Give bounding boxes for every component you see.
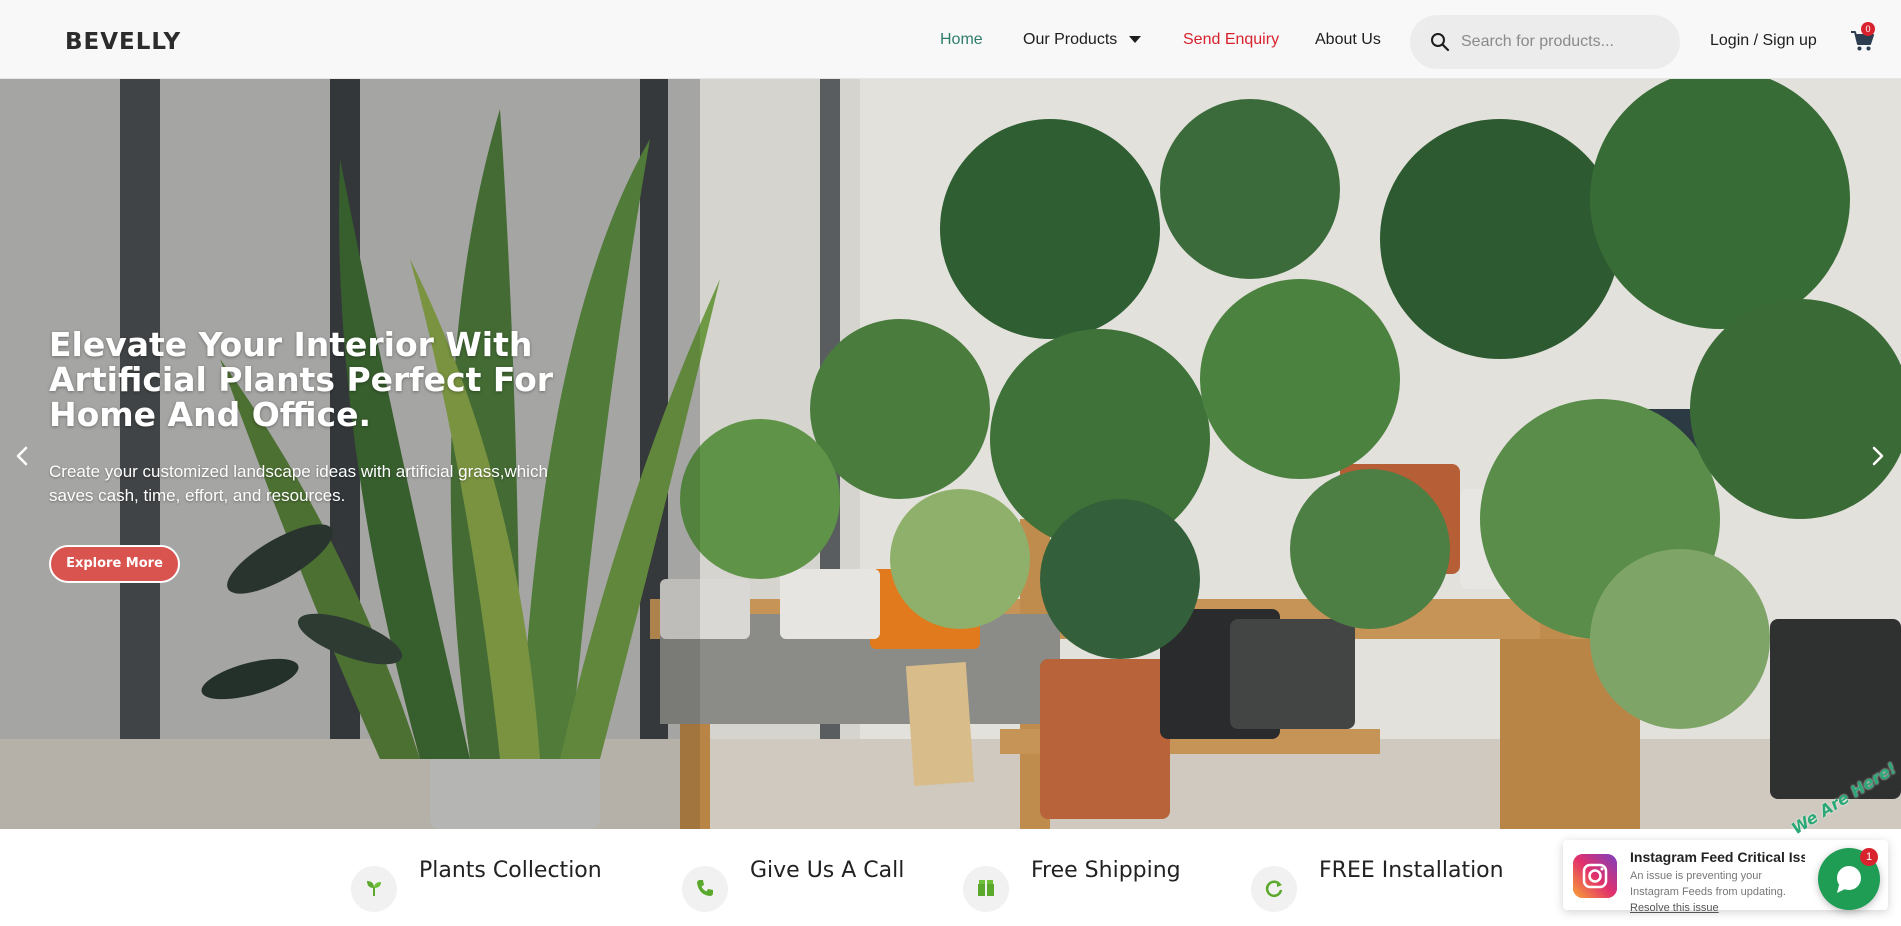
feature-title: FREE Installation bbox=[1319, 858, 1504, 883]
instagram-notice-text: An issue is preventing your Instagram Fe… bbox=[1630, 870, 1786, 898]
instagram-notice-message: An issue is preventing your Instagram Fe… bbox=[1630, 868, 1810, 916]
search-box bbox=[1410, 15, 1680, 69]
feature-icon-wrap bbox=[682, 866, 728, 912]
refresh-icon bbox=[1265, 880, 1283, 897]
instagram-glyph-icon bbox=[1573, 854, 1617, 898]
nav-about-us[interactable]: About Us bbox=[1315, 31, 1381, 49]
feature-title: Free Shipping bbox=[1031, 858, 1181, 883]
cart-count-badge: 0 bbox=[1861, 22, 1875, 36]
box-icon bbox=[978, 880, 994, 896]
feature-title: Give Us A Call bbox=[750, 858, 905, 883]
sprout-icon bbox=[367, 881, 381, 896]
nav-home[interactable]: Home bbox=[940, 31, 983, 49]
hero-subtitle: Create your customized landscape ideas w… bbox=[49, 462, 548, 505]
explore-more-button[interactable]: Explore More bbox=[49, 545, 180, 583]
search-input[interactable] bbox=[1461, 27, 1666, 57]
nav-our-products[interactable]: Our Products bbox=[1023, 31, 1142, 49]
phone-icon bbox=[697, 880, 713, 896]
feature-icon-wrap bbox=[963, 866, 1009, 912]
hero-background-image bbox=[0, 79, 1901, 829]
hero-heading: Elevate Your Interior With Artificial Pl… bbox=[49, 325, 554, 434]
resolve-issue-link[interactable]: Resolve this issue bbox=[1630, 902, 1719, 914]
instagram-icon bbox=[1573, 854, 1617, 898]
search-icon[interactable] bbox=[1430, 32, 1450, 52]
chevron-down-icon bbox=[1129, 36, 1142, 44]
hero-slider: Elevate Your Interior With Artificial Pl… bbox=[0, 79, 1901, 829]
chat-unread-badge: 1 bbox=[1860, 848, 1878, 866]
site-logo[interactable]: BEVELLY bbox=[65, 29, 181, 55]
feature-icon-wrap bbox=[1251, 866, 1297, 912]
feature-title: Plants Collection bbox=[419, 858, 602, 883]
login-signup-link[interactable]: Login / Sign up bbox=[1710, 32, 1817, 50]
chat-bubble-icon bbox=[1837, 866, 1861, 893]
slider-prev-arrow-icon[interactable] bbox=[12, 441, 32, 471]
feature-icon-wrap bbox=[351, 866, 397, 912]
nav-our-products-label: Our Products bbox=[1023, 31, 1118, 48]
slider-next-arrow-icon[interactable] bbox=[1868, 441, 1888, 471]
instagram-notice-title: Instagram Feed Critical Issues bbox=[1630, 849, 1805, 865]
site-header: BEVELLY Home Our Products Send Enquiry A… bbox=[0, 0, 1901, 79]
nav-send-enquiry[interactable]: Send Enquiry bbox=[1183, 31, 1279, 49]
